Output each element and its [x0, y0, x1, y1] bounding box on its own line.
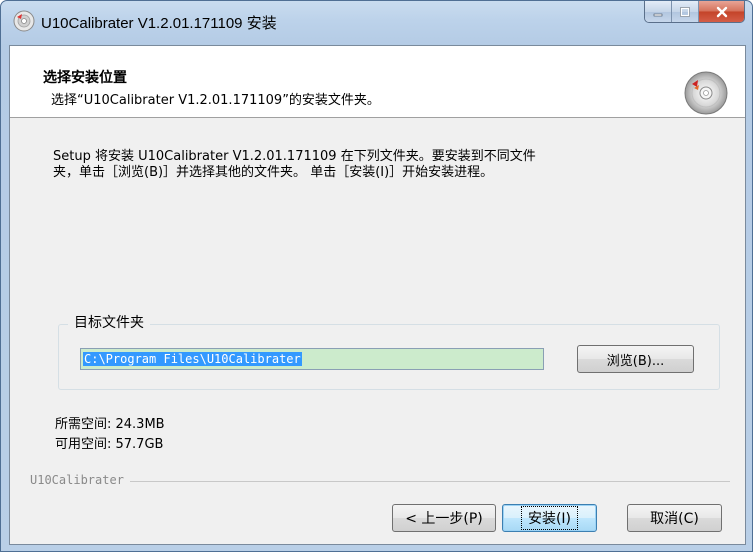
installer-disc-icon	[13, 10, 35, 32]
minimize-button[interactable]	[645, 1, 672, 22]
browse-button[interactable]: 浏览(B)...	[577, 345, 694, 373]
cancel-button[interactable]: 取消(C)	[627, 504, 722, 532]
cd-disc-icon	[684, 71, 728, 115]
maximize-icon	[680, 7, 690, 17]
maximize-button[interactable]	[672, 1, 699, 22]
minimize-icon	[653, 13, 663, 17]
title-bar[interactable]: U10Calibrater V1.2.01.171109 安装	[1, 1, 752, 45]
branding-divider	[30, 481, 730, 482]
page-title: 选择安装位置	[43, 70, 127, 86]
wizard-header: 选择安装位置 选择“U10Calibrater V1.2.01.171109”的…	[10, 46, 745, 118]
close-button[interactable]	[699, 1, 744, 22]
install-button-label: 安装(I)	[520, 506, 579, 530]
back-button[interactable]: < 上一步(P)	[392, 504, 496, 532]
destination-path-input[interactable]: C:\Program Files\U10Calibrater	[80, 348, 544, 370]
branding-text: U10Calibrater	[30, 473, 130, 487]
install-description: Setup 将安装 U10Calibrater V1.2.01.171109 在…	[53, 149, 536, 180]
install-button[interactable]: 安装(I)	[502, 504, 597, 532]
close-icon	[716, 6, 727, 18]
destination-folder-label: 目标文件夹	[68, 312, 150, 332]
installer-window: U10Calibrater V1.2.01.171109 安装 选择安装位置 选…	[0, 0, 753, 552]
page-subtitle: 选择“U10Calibrater V1.2.01.171109”的安装文件夹。	[51, 93, 380, 108]
required-space: 所需空间: 24.3MB	[55, 417, 165, 432]
caption-buttons	[644, 1, 745, 23]
destination-path-value: C:\Program Files\U10Calibrater	[83, 352, 302, 366]
wizard-client-area: 选择安装位置 选择“U10Calibrater V1.2.01.171109”的…	[9, 45, 746, 545]
window-title: U10Calibrater V1.2.01.171109 安装	[41, 15, 277, 32]
available-space: 可用空间: 57.7GB	[55, 437, 164, 452]
